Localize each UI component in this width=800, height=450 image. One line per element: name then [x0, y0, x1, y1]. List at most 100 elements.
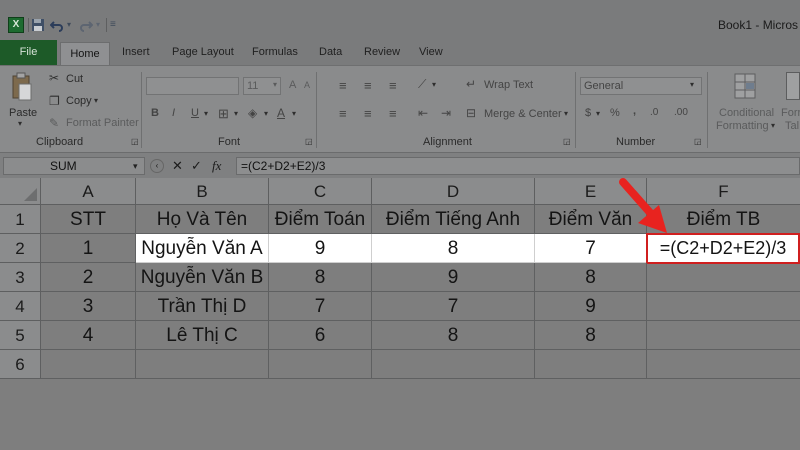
- row-header-4[interactable]: 4: [0, 292, 41, 321]
- cell-c1[interactable]: Điểm Toán: [269, 205, 372, 234]
- name-box[interactable]: SUM: [3, 157, 145, 175]
- cell-c6[interactable]: [269, 350, 372, 379]
- cell-a2[interactable]: 1: [41, 234, 136, 263]
- font-size-dropdown-icon[interactable]: ▾: [273, 80, 277, 89]
- cell-d5[interactable]: 8: [372, 321, 535, 350]
- font-launcher-icon[interactable]: ◲: [305, 137, 313, 146]
- cell-f3[interactable]: [647, 263, 800, 292]
- column-header-b[interactable]: B: [136, 178, 269, 205]
- align-center-icon[interactable]: ≡: [364, 106, 372, 121]
- conditional-formatting-label-2[interactable]: Formatting: [716, 120, 769, 132]
- tab-data[interactable]: Data: [319, 46, 342, 58]
- increase-decimal-icon[interactable]: .0: [650, 107, 658, 118]
- cell-c2[interactable]: 9: [269, 234, 372, 263]
- enter-icon[interactable]: ✓: [191, 158, 202, 174]
- bold-button[interactable]: B: [151, 107, 159, 119]
- tab-file[interactable]: File: [0, 40, 57, 65]
- cell-c5[interactable]: 6: [269, 321, 372, 350]
- align-middle-icon[interactable]: ≡: [364, 78, 372, 93]
- conditional-formatting-label-1[interactable]: Conditional: [719, 107, 774, 119]
- cell-b6[interactable]: [136, 350, 269, 379]
- fill-color-icon[interactable]: ◈: [248, 106, 257, 120]
- align-top-icon[interactable]: ≡: [339, 78, 347, 93]
- tab-home[interactable]: Home: [60, 42, 110, 66]
- redo-icon[interactable]: [79, 18, 94, 32]
- cell-e4[interactable]: 9: [535, 292, 647, 321]
- paste-icon[interactable]: [11, 72, 33, 102]
- tab-page-layout[interactable]: Page Layout: [172, 46, 234, 58]
- cell-f5[interactable]: [647, 321, 800, 350]
- currency-button[interactable]: $: [585, 107, 591, 119]
- align-bottom-icon[interactable]: ≡: [389, 78, 397, 93]
- cell-b3[interactable]: Nguyễn Văn B: [136, 263, 269, 292]
- cell-a3[interactable]: 2: [41, 263, 136, 292]
- cut-icon[interactable]: ✂: [49, 71, 59, 85]
- cell-e2[interactable]: 7: [535, 234, 647, 263]
- orientation-icon[interactable]: ⟋: [418, 77, 426, 92]
- cell-b2[interactable]: Nguyễn Văn A: [136, 234, 269, 263]
- number-launcher-icon[interactable]: ◲: [694, 137, 702, 146]
- copy-dropdown-icon[interactable]: ▾: [94, 96, 98, 105]
- alignment-launcher-icon[interactable]: ◲: [563, 137, 571, 146]
- cell-a1[interactable]: STT: [41, 205, 136, 234]
- align-left-icon[interactable]: ≡: [339, 106, 347, 121]
- increase-indent-icon[interactable]: ⇥: [441, 106, 451, 120]
- font-color-icon[interactable]: A: [277, 106, 285, 120]
- formula-input[interactable]: =(C2+D2+E2)/3: [236, 157, 800, 175]
- cell-d6[interactable]: [372, 350, 535, 379]
- row-header-1[interactable]: 1: [0, 205, 41, 234]
- format-painter-icon[interactable]: ✎: [49, 116, 59, 130]
- row-header-3[interactable]: 3: [0, 263, 41, 292]
- cell-b1[interactable]: Họ Và Tên: [136, 205, 269, 234]
- format-painter-button[interactable]: Format Painter: [66, 117, 139, 129]
- format-as-table-label-2[interactable]: Tal: [785, 120, 800, 132]
- underline-dropdown-icon[interactable]: ▾: [204, 109, 208, 118]
- cell-e6[interactable]: [535, 350, 647, 379]
- paste-dropdown-icon[interactable]: ▾: [18, 119, 22, 128]
- cancel-icon[interactable]: ✕: [172, 158, 183, 174]
- undo-icon[interactable]: [49, 18, 64, 32]
- wrap-text-icon[interactable]: ↵: [466, 77, 476, 91]
- fill-color-dropdown-icon[interactable]: ▾: [264, 109, 268, 118]
- borders-dropdown-icon[interactable]: ▾: [234, 109, 238, 118]
- cut-button[interactable]: Cut: [66, 73, 83, 85]
- select-all-button[interactable]: [0, 178, 41, 205]
- number-format-dropdown-icon[interactable]: ▾: [690, 80, 694, 89]
- formula-bar-resize-icon[interactable]: ‹: [150, 159, 164, 173]
- cell-d1[interactable]: Điểm Tiếng Anh: [372, 205, 535, 234]
- cell-e3[interactable]: 8: [535, 263, 647, 292]
- format-as-table-icon[interactable]: [786, 72, 800, 100]
- customize-qat-icon[interactable]: ≡: [110, 18, 116, 32]
- decrease-indent-icon[interactable]: ⇤: [418, 106, 428, 120]
- tab-insert[interactable]: Insert: [122, 46, 150, 58]
- cell-b5[interactable]: Lê Thị C: [136, 321, 269, 350]
- grow-font-icon[interactable]: A: [289, 79, 296, 91]
- font-name-select[interactable]: [146, 77, 239, 95]
- row-header-5[interactable]: 5: [0, 321, 41, 350]
- redo-dropdown-icon[interactable]: ▾: [96, 18, 100, 32]
- merge-center-button[interactable]: Merge & Center: [484, 108, 562, 120]
- align-right-icon[interactable]: ≡: [389, 106, 397, 121]
- currency-dropdown-icon[interactable]: ▾: [596, 109, 600, 118]
- tab-review[interactable]: Review: [364, 46, 400, 58]
- tab-view[interactable]: View: [419, 46, 443, 58]
- cell-f4[interactable]: [647, 292, 800, 321]
- shrink-font-icon[interactable]: A: [304, 80, 310, 90]
- font-color-dropdown-icon[interactable]: ▾: [292, 109, 296, 118]
- underline-button[interactable]: U: [191, 107, 199, 119]
- cell-a6[interactable]: [41, 350, 136, 379]
- tab-formulas[interactable]: Formulas: [252, 46, 298, 58]
- cell-d3[interactable]: 9: [372, 263, 535, 292]
- conditional-formatting-icon[interactable]: [734, 72, 756, 100]
- cell-b4[interactable]: Trần Thị D: [136, 292, 269, 321]
- merge-dropdown-icon[interactable]: ▾: [564, 109, 568, 118]
- orientation-dropdown-icon[interactable]: ▾: [432, 80, 436, 89]
- number-format-select[interactable]: General: [580, 77, 702, 95]
- clipboard-launcher-icon[interactable]: ◲: [131, 137, 139, 146]
- cell-d4[interactable]: 7: [372, 292, 535, 321]
- merge-center-icon[interactable]: ⊟: [466, 106, 476, 120]
- cell-c4[interactable]: 7: [269, 292, 372, 321]
- cell-a4[interactable]: 3: [41, 292, 136, 321]
- borders-icon[interactable]: ⊞: [218, 106, 229, 122]
- insert-function-icon[interactable]: fx: [212, 158, 221, 174]
